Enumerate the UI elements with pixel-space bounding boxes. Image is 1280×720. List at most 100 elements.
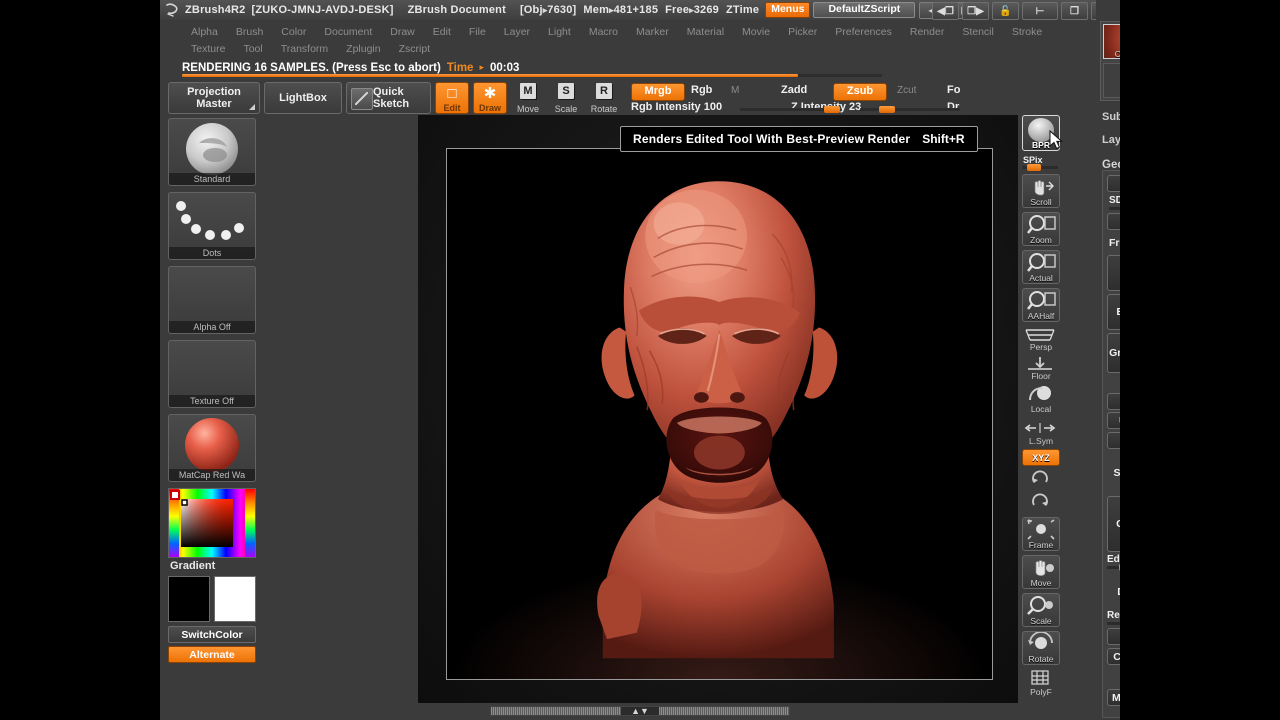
document-frame[interactable]: [446, 148, 993, 680]
menus-button[interactable]: Menus: [765, 2, 811, 18]
texture-swatch[interactable]: Texture Off: [168, 340, 256, 408]
edge-loop-button[interactable]: Edge Loop: [1107, 294, 1120, 330]
window-switch-prev-icon[interactable]: ◀❐: [932, 2, 959, 20]
alpha-swatch[interactable]: Alpha Off: [168, 266, 256, 334]
frame-button[interactable]: Frame: [1022, 517, 1060, 551]
rotate-ccw-button[interactable]: [1022, 470, 1060, 490]
menu-item-draw[interactable]: Draw: [381, 25, 424, 39]
menu-item-edit[interactable]: Edit: [424, 25, 460, 39]
menu-item-alpha[interactable]: Alpha: [182, 25, 227, 39]
menu-item-zscript[interactable]: Zscript: [390, 42, 440, 56]
menu-item-preferences[interactable]: Preferences: [826, 25, 901, 39]
rotate-button[interactable]: R Rotate: [587, 82, 621, 114]
scroll-button[interactable]: Scroll: [1022, 174, 1060, 208]
menu-item-document[interactable]: Document: [315, 25, 381, 39]
menu-item-file[interactable]: File: [460, 25, 495, 39]
zcut-button[interactable]: Zcut: [897, 85, 916, 96]
menu-item-material[interactable]: Material: [678, 25, 733, 39]
primary-color-swatch[interactable]: [168, 576, 210, 622]
material-swatch[interactable]: MatCap Red Wa: [168, 414, 256, 482]
menu-item-render[interactable]: Render: [901, 25, 953, 39]
rotate-cw-button[interactable]: [1022, 493, 1060, 513]
scale-view-button[interactable]: Scale: [1022, 593, 1060, 627]
groups-loops-button[interactable]: GroupsLoops: [1107, 333, 1120, 373]
m-button[interactable]: M: [731, 85, 739, 96]
stroke-swatch[interactable]: Dots: [168, 192, 256, 260]
menu-item-stroke[interactable]: Stroke: [1003, 25, 1051, 39]
document-horizontal-scrollbar[interactable]: ▲▼: [490, 706, 790, 716]
sculpted-creature-bust[interactable]: [545, 160, 894, 669]
menu-item-stencil[interactable]: Stencil: [953, 25, 1003, 39]
move-button[interactable]: M Move: [511, 82, 545, 114]
scrollbar-right-track[interactable]: [659, 707, 789, 715]
minimize-icon[interactable]: ⊢: [1022, 2, 1058, 20]
window-switch-next-icon[interactable]: ❐▶: [962, 2, 989, 20]
scale-button[interactable]: S Scale: [549, 82, 583, 114]
tool-item-0[interactable]: Creature_Bust_: [1101, 22, 1120, 61]
z-intensity-slider[interactable]: [860, 106, 960, 113]
menu-item-movie[interactable]: Movie: [733, 25, 779, 39]
layers-palette-header[interactable]: Layers: [1096, 134, 1120, 146]
restore-icon[interactable]: ❐: [1061, 2, 1088, 20]
menu-item-texture[interactable]: Texture: [182, 42, 234, 56]
brush-swatch[interactable]: Standard: [168, 118, 256, 186]
dynamesh-button[interactable]: DynaMesh: [1107, 575, 1120, 609]
lower-res-button[interactable]: Lower Res: [1107, 175, 1120, 192]
claypolish-button[interactable]: ClayPolish: [1107, 496, 1120, 552]
document-canvas[interactable]: [418, 115, 1018, 703]
rgb-intensity-slider[interactable]: [740, 106, 840, 113]
menu-item-macro[interactable]: Macro: [580, 25, 627, 39]
menu-item-light[interactable]: Light: [539, 25, 580, 39]
aahalf-label: AAHalf: [1027, 311, 1055, 321]
menu-item-zplugin[interactable]: Zplugin: [337, 42, 389, 56]
zsub-button[interactable]: Zsub: [833, 83, 887, 101]
crease-button[interactable]: Crease: [1107, 393, 1120, 410]
subtool-palette-header[interactable]: SubTool: [1096, 111, 1120, 123]
edit-button[interactable]: □ Edit: [435, 82, 469, 114]
mrgb-button[interactable]: Mrgb: [631, 83, 685, 101]
color-picker[interactable]: [168, 488, 256, 558]
uncrease-button[interactable]: UnCrease: [1107, 412, 1120, 429]
zscript-field[interactable]: DefaultZScript: [813, 2, 916, 18]
scrollbar-center-handle[interactable]: ▲▼: [631, 706, 649, 716]
menu-item-tool[interactable]: Tool: [234, 42, 271, 56]
actual-button[interactable]: Actual: [1022, 250, 1060, 284]
add-button[interactable]: Add: [1107, 628, 1120, 645]
divide-button[interactable]: Divide: [1107, 255, 1120, 291]
equalize-surface-area-button[interactable]: Equalize Surface Area: [1107, 432, 1120, 449]
menu-item-marker[interactable]: Marker: [627, 25, 678, 39]
switch-color-button[interactable]: SwitchColor: [168, 626, 256, 643]
tool-item-2[interactable]: S SimpleBrush: [1101, 61, 1120, 100]
move-view-button[interactable]: Move: [1022, 555, 1060, 589]
spix-slider[interactable]: SPix: [1022, 155, 1060, 171]
del-lower-button[interactable]: Del Lower: [1107, 213, 1120, 230]
draw-button[interactable]: ✱ Draw: [473, 82, 507, 114]
floor-button[interactable]: Floor: [1022, 355, 1060, 381]
lightbox-button[interactable]: LightBox: [264, 82, 342, 114]
menu-item-transform[interactable]: Transform: [272, 42, 337, 56]
projection-master-button[interactable]: Projection Master: [168, 82, 260, 114]
secondary-color-swatch[interactable]: [214, 576, 256, 622]
menu-item-picker[interactable]: Picker: [779, 25, 826, 39]
menu-item-brush[interactable]: Brush: [227, 25, 272, 39]
persp-button[interactable]: Persp: [1022, 326, 1060, 352]
zoom-button[interactable]: Zoom: [1022, 212, 1060, 246]
aahalf-button[interactable]: AAHalf: [1022, 288, 1060, 322]
mirror-and-weld-button[interactable]: Mirror And Weld: [1107, 689, 1120, 706]
shadowbox-button[interactable]: ShadowBox: [1107, 454, 1120, 492]
menu-item-color[interactable]: Color: [272, 25, 315, 39]
create-shell-button[interactable]: Create Shell: [1107, 648, 1120, 665]
xyz-button[interactable]: XYZ: [1022, 449, 1060, 466]
zadd-button[interactable]: Zadd: [781, 84, 807, 96]
lock-icon[interactable]: 🔓: [992, 2, 1019, 20]
quick-sketch-button[interactable]: Quick Sketch: [346, 82, 431, 114]
polyf-button[interactable]: PolyF: [1022, 669, 1060, 697]
local-button[interactable]: Local: [1022, 384, 1060, 414]
rotate-view-button[interactable]: Rotate: [1022, 631, 1060, 665]
alternate-button[interactable]: Alternate: [168, 646, 256, 663]
freeze-subdivision-button[interactable]: Freeze SubDivision Levels: [1107, 234, 1120, 251]
lsym-button[interactable]: L.Sym: [1022, 422, 1060, 446]
scrollbar-left-track[interactable]: [491, 707, 621, 715]
menu-item-layer[interactable]: Layer: [495, 25, 539, 39]
rgb-button[interactable]: Rgb: [691, 84, 712, 96]
